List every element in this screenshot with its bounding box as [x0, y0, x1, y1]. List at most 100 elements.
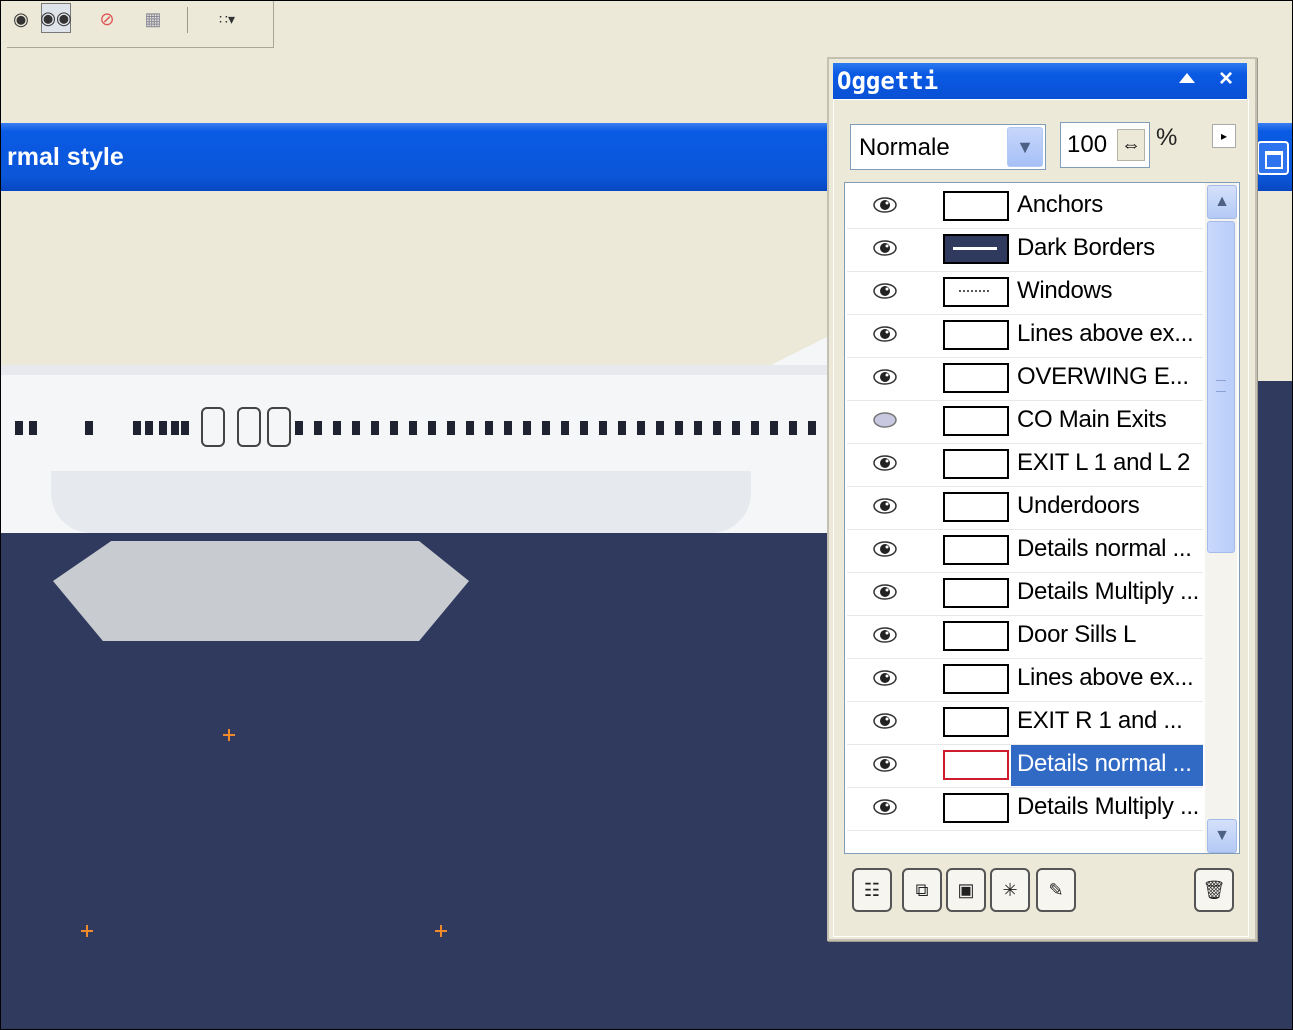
layer-properties-icon[interactable]: ✎: [1036, 868, 1076, 912]
layer-row[interactable]: Underdoors: [847, 486, 1203, 530]
window-dots: [959, 290, 989, 294]
aircraft-window: [371, 421, 379, 435]
restore-window-button[interactable]: [1257, 141, 1289, 175]
aircraft-window: [618, 421, 626, 435]
visibility-toggle[interactable]: [847, 443, 933, 486]
visibility-toggle[interactable]: [847, 572, 933, 615]
merge-layer-icon[interactable]: ▣: [946, 868, 986, 912]
visibility-toggle[interactable]: [847, 486, 933, 529]
visibility-toggle[interactable]: [847, 787, 933, 830]
eye-icon[interactable]: ◉: [7, 5, 35, 33]
aircraft-window: [333, 421, 341, 435]
layer-name-cell[interactable]: Lines above ex...: [1011, 658, 1203, 700]
aircraft-window: [133, 421, 141, 435]
aircraft-window: [485, 421, 493, 435]
screenshot-frame: ◉ ◉◉ ⊘ ▦ ∷▾ rmal style Oggetti × Normale: [0, 0, 1293, 1030]
eye-icon: [873, 670, 897, 686]
layer-thumbnail[interactable]: [943, 707, 1009, 737]
layer-thumbnail[interactable]: [943, 363, 1009, 393]
layer-name-cell[interactable]: Details normal ...: [1011, 529, 1203, 571]
objects-panel-titlebar[interactable]: Oggetti ×: [833, 63, 1247, 99]
layer-name-cell[interactable]: OVERWING E...: [1011, 357, 1203, 399]
visibility-toggle[interactable]: [847, 529, 933, 572]
visibility-toggle[interactable]: [847, 701, 933, 744]
scroll-down-button[interactable]: ▼: [1207, 819, 1237, 853]
layer-name-cell[interactable]: CO Main Exits: [1011, 400, 1203, 442]
anchor-marker: [81, 925, 93, 937]
aircraft-engine-fairing: [53, 541, 469, 641]
layer-name-cell[interactable]: Lines above ex...: [1011, 314, 1203, 356]
visibility-toggle[interactable]: [847, 744, 933, 787]
layer-thumbnail[interactable]: [943, 277, 1009, 307]
new-layer-icon[interactable]: ☷: [852, 868, 892, 912]
opacity-spinner[interactable]: ⇔: [1117, 129, 1145, 161]
collapse-icon[interactable]: [1179, 73, 1195, 83]
layer-name-cell[interactable]: EXIT L 1 and L 2: [1011, 443, 1203, 485]
layer-row[interactable]: OVERWING E...: [847, 357, 1203, 401]
panel-menu-button[interactable]: ▸: [1212, 124, 1236, 148]
visibility-toggle[interactable]: [847, 615, 933, 658]
layer-thumbnail[interactable]: [943, 320, 1009, 350]
visibility-toggle[interactable]: [847, 228, 933, 271]
layer-thumbnail[interactable]: [943, 750, 1009, 780]
layer-thumbnail[interactable]: [943, 535, 1009, 565]
layer-row[interactable]: Lines above ex...: [847, 658, 1203, 702]
eye-pair-icon[interactable]: ◉◉: [40, 3, 72, 33]
eye-icon: [873, 455, 897, 471]
visibility-toggle[interactable]: [847, 658, 933, 701]
layer-name-cell[interactable]: Details Multiply ...: [1011, 787, 1203, 829]
layer-row[interactable]: Lines above ex...: [847, 314, 1203, 358]
layer-thumbnail[interactable]: [943, 191, 1009, 221]
layer-thumbnail[interactable]: [943, 621, 1009, 651]
chevron-down-icon[interactable]: ▼: [1007, 127, 1043, 167]
visibility-toggle[interactable]: [847, 357, 933, 400]
layer-thumbnail[interactable]: [943, 578, 1009, 608]
layer-thumbnail[interactable]: [943, 406, 1009, 436]
layer-row[interactable]: EXIT L 1 and L 2: [847, 443, 1203, 487]
aircraft-window: [808, 421, 816, 435]
layer-name-cell[interactable]: Door Sills L: [1011, 615, 1203, 657]
layer-name-cell[interactable]: Details normal ...: [1011, 744, 1203, 786]
layer-thumbnail[interactable]: [943, 234, 1009, 264]
opacity-input[interactable]: 100 ⇔: [1060, 122, 1150, 168]
duplicate-layer-icon[interactable]: ⧉: [902, 868, 942, 912]
layer-name-cell[interactable]: Details Multiply ...: [1011, 572, 1203, 614]
layer-thumbnail[interactable]: [943, 664, 1009, 694]
dropdown-tool-icon[interactable]: ∷▾: [197, 5, 257, 33]
layer-name: Details normal ...: [1017, 750, 1192, 777]
no-preview-icon[interactable]: ⊘: [93, 5, 121, 33]
layer-name: Underdoors: [1017, 492, 1140, 519]
layer-row[interactable]: CO Main Exits: [847, 400, 1203, 444]
layer-row[interactable]: EXIT R 1 and ...: [847, 701, 1203, 745]
visibility-toggle[interactable]: [847, 271, 933, 314]
trash-icon[interactable]: 🗑: [1194, 868, 1234, 912]
layer-row[interactable]: Dark Borders: [847, 228, 1203, 272]
layer-name-cell[interactable]: Dark Borders: [1011, 228, 1203, 270]
layer-row[interactable]: Windows: [847, 271, 1203, 315]
scroll-up-button[interactable]: ▲: [1207, 185, 1237, 219]
layer-thumbnail[interactable]: [943, 793, 1009, 823]
layer-thumbnail[interactable]: [943, 449, 1009, 479]
layer-row[interactable]: Anchors: [847, 185, 1203, 229]
layer-row[interactable]: Details normal ...: [847, 744, 1203, 788]
layer-row[interactable]: Details Multiply ...: [847, 787, 1203, 831]
layer-row[interactable]: Details Multiply ...: [847, 572, 1203, 616]
layer-name-cell[interactable]: Anchors: [1011, 185, 1203, 227]
visibility-toggle[interactable]: [847, 314, 933, 357]
layers-list[interactable]: Details Multiply ... Details normal ... EX…: [844, 182, 1240, 854]
layer-row[interactable]: Door Sills L: [847, 615, 1203, 659]
layers-scrollbar[interactable]: ▲ ▼: [1205, 183, 1237, 853]
layer-name-cell[interactable]: EXIT R 1 and ...: [1011, 701, 1203, 743]
blend-mode-dropdown[interactable]: Normale ▼: [850, 124, 1046, 170]
close-icon[interactable]: ×: [1219, 65, 1233, 93]
layer-name-cell[interactable]: Windows: [1011, 271, 1203, 313]
layer-effects-icon[interactable]: ✳: [990, 868, 1030, 912]
layer-name-cell[interactable]: Underdoors: [1011, 486, 1203, 528]
layer-thumbnail[interactable]: [943, 492, 1009, 522]
layer-row[interactable]: Details normal ...: [847, 529, 1203, 573]
scroll-thumb[interactable]: [1207, 221, 1235, 553]
visibility-toggle[interactable]: [847, 185, 933, 228]
visibility-toggle[interactable]: [847, 400, 933, 443]
layer-name: Details Multiply ...: [1017, 578, 1200, 605]
image-icon[interactable]: ▦: [139, 5, 167, 33]
